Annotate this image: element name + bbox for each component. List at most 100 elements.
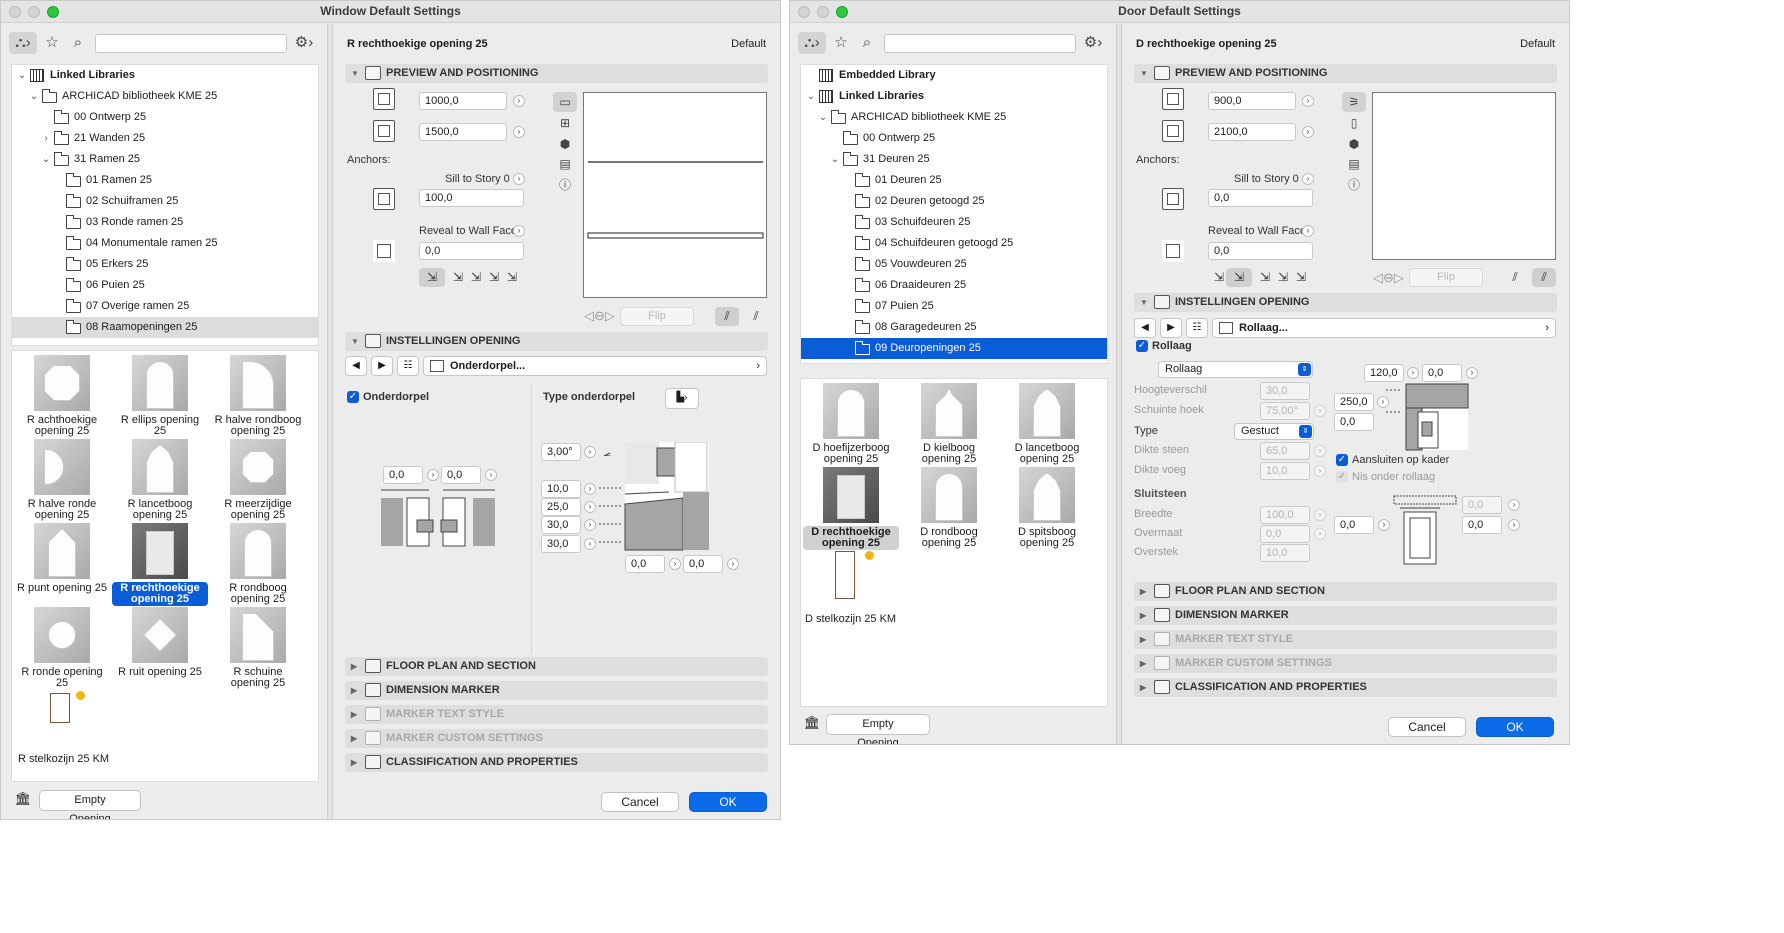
tree-row[interactable]: › 21 Wanden 25 [12, 128, 318, 149]
bottom-dim-1-arrow[interactable]: › [669, 558, 681, 570]
info-icon[interactable]: ⓘ [1342, 175, 1366, 195]
width-arrow-button[interactable]: › [513, 95, 525, 107]
tree-row[interactable]: 02 Deuren getoogd 25 [801, 191, 1107, 212]
chevron-right-icon[interactable]: › [40, 128, 52, 149]
anchor-option-2-icon[interactable]: ⇲ [1226, 268, 1252, 287]
sill-arrow-button[interactable]: › [513, 173, 525, 185]
library-object-item[interactable]: R halve ronde opening 25 [14, 439, 110, 522]
page-selector-popup[interactable]: Rollaag... › [1212, 318, 1556, 338]
overmaat-input[interactable]: 0,0 [1260, 525, 1310, 543]
collapsed-section[interactable]: ▶ MARKER CUSTOM SETTINGS [345, 729, 768, 748]
previous-page-button[interactable]: ◀ [345, 356, 367, 376]
collapsed-section[interactable]: ▶ DIMENSION MARKER [345, 681, 768, 700]
tree-row[interactable]: 07 Overige ramen 25 [12, 296, 318, 317]
rollaag-dim-3-input[interactable]: 250,0 [1334, 393, 1374, 411]
elevation-view-icon[interactable]: ▯ [1342, 113, 1366, 133]
sill-dim-1-input[interactable]: 10,0 [541, 480, 581, 498]
tree-row[interactable]: 04 Monumentale ramen 25 [12, 233, 318, 254]
library-object-item[interactable]: D kielboog opening 25 [901, 383, 997, 466]
library-object-item[interactable]: R schuine opening 25 [210, 607, 306, 690]
height-arrow-button[interactable]: › [1302, 126, 1314, 138]
flip-button[interactable]: Flip [1409, 268, 1483, 287]
anchor-option-1-icon[interactable]: ⇲ [419, 268, 445, 287]
collapsed-section[interactable]: ▶ DIMENSION MARKER [1134, 606, 1557, 625]
section-instellingen-opening[interactable]: ▼ INSTELLINGEN OPENING [1134, 293, 1557, 312]
sluitsteen-dim-3-arrow[interactable]: › [1508, 519, 1520, 531]
previous-page-button[interactable]: ◀ [1134, 318, 1156, 338]
sluitsteen-dim-2-input[interactable]: 0,0 [1334, 516, 1374, 534]
sill-arrow-button[interactable]: › [1302, 173, 1314, 185]
collapsed-section[interactable]: ▶ CLASSIFICATION AND PROPERTIES [345, 753, 768, 772]
collapsed-section[interactable]: ▶ MARKER CUSTOM SETTINGS [1134, 654, 1557, 673]
close-icon[interactable] [798, 6, 810, 18]
tree-row[interactable]: 04 Schuifdeuren getoogd 25 [801, 233, 1107, 254]
dikte-voeg-input[interactable]: 10,0 [1260, 462, 1310, 480]
section-preview-and-positioning[interactable]: ▼ PREVIEW AND POSITIONING [1134, 64, 1557, 83]
library-object-item[interactable]: R ruit opening 25 [112, 607, 208, 679]
3d-view-icon[interactable]: ⬢ [553, 134, 577, 154]
rollaag-type-select[interactable]: Rollaag ⇕ [1158, 361, 1313, 378]
left-dim-a-input[interactable]: 0,0 [383, 466, 423, 484]
left-dim-a-arrow[interactable]: › [427, 469, 439, 481]
tree-row[interactable]: Embedded Library [801, 65, 1107, 86]
schuinte-hoek-arrow[interactable]: › [1314, 405, 1326, 417]
library-object-item[interactable]: R rondboog opening 25 [210, 523, 306, 606]
stelkozijn-label[interactable]: D stelkozijn 25 KM [805, 613, 896, 625]
library-object-item[interactable]: D hoefijzerboog opening 25 [803, 383, 899, 466]
zoom-icon[interactable] [47, 6, 59, 18]
tree-row[interactable]: 06 Puien 25 [12, 275, 318, 296]
sill-anchor-icon[interactable] [373, 188, 395, 210]
sill-dim-4-arrow[interactable]: › [584, 538, 596, 550]
library-search-input[interactable] [884, 34, 1076, 53]
folder-view-icon[interactable]: ⛬› [9, 32, 37, 54]
favorites-star-icon[interactable]: ☆ [827, 32, 855, 54]
mirror-right-icon[interactable]: ⫽ [745, 307, 767, 326]
library-object-item[interactable]: D rondboog opening 25 [901, 467, 997, 550]
rollaag-dim-1-arrow[interactable]: › [1407, 367, 1419, 379]
empty-opening-button[interactable]: Empty Opening [39, 790, 141, 819]
next-page-button[interactable]: ▶ [1160, 318, 1182, 338]
favorites-star-icon[interactable]: ☆ [38, 32, 66, 54]
empty-opening-icon[interactable]: 🏛 [13, 790, 33, 808]
tree-row[interactable]: 08 Raamopeningen 25 [12, 317, 318, 338]
library-object-item[interactable]: R lancetboog opening 25 [112, 439, 208, 522]
dikte-steen-arrow[interactable]: › [1314, 445, 1326, 457]
sill-dim-2-input[interactable]: 25,0 [541, 498, 581, 516]
reveal-arrow-button[interactable]: › [1302, 225, 1314, 237]
overstek-input[interactable]: 10,0 [1260, 544, 1310, 562]
breedte-input[interactable]: 100,0 [1260, 506, 1310, 524]
collapsed-section[interactable]: ▶ MARKER TEXT STYLE [1134, 630, 1557, 649]
hoogteverschil-input[interactable]: 30,0 [1260, 382, 1310, 400]
tree-row[interactable]: 05 Vouwdeuren 25 [801, 254, 1107, 275]
dikte-voeg-arrow[interactable]: › [1314, 465, 1326, 477]
sill-anchor-icon[interactable] [1162, 188, 1184, 210]
page-selector-popup[interactable]: Onderdorpel... › [423, 356, 767, 376]
library-object-item[interactable]: R achthoekige opening 25 [14, 355, 110, 438]
library-object-item[interactable]: R halve rondboog opening 25 [210, 355, 306, 438]
chevron-down-icon[interactable]: ⌄ [829, 149, 841, 170]
height-input[interactable]: 1500,0 [419, 123, 507, 141]
settings-gear-icon[interactable]: ⚙› [290, 32, 318, 54]
sill-dim-3-input[interactable]: 30,0 [541, 516, 581, 534]
section-instellingen-opening[interactable]: ▼ INSTELLINGEN OPENING [345, 332, 768, 351]
sluitsteen-dim-1-arrow[interactable]: › [1508, 499, 1520, 511]
library-search-input[interactable] [95, 34, 287, 53]
library-object-item[interactable]: D rechthoekige opening 25 [803, 467, 899, 550]
sill-dim-1-arrow[interactable]: › [584, 483, 596, 495]
library-object-item[interactable]: R meerzijdige opening 25 [210, 439, 306, 522]
collapsed-section[interactable]: ▶ CLASSIFICATION AND PROPERTIES [1134, 678, 1557, 697]
tree-row[interactable]: 01 Ramen 25 [12, 170, 318, 191]
tree-row[interactable]: ⌄ Linked Libraries [12, 65, 318, 86]
rollaag-dim-1-input[interactable]: 120,0 [1364, 364, 1404, 382]
tree-row[interactable]: 00 Ontwerp 25 [801, 128, 1107, 149]
collapsed-section[interactable]: ▶ MARKER TEXT STYLE [345, 705, 768, 724]
rollaag-checkbox[interactable]: ✓ [1136, 340, 1148, 352]
tree-row[interactable]: ⌄ 31 Ramen 25 [12, 149, 318, 170]
width-arrow-button[interactable]: › [1302, 95, 1314, 107]
section-view-icon[interactable]: ▤ [1342, 154, 1366, 174]
chevron-down-icon[interactable]: ⌄ [16, 65, 28, 86]
empty-opening-button[interactable]: Empty Opening [826, 714, 930, 744]
bottom-dim-2-arrow[interactable]: › [727, 558, 739, 570]
tree-row[interactable]: ⌄ ARCHICAD bibliotheek KME 25 [801, 107, 1107, 128]
plan-view-icon[interactable]: ▭ [553, 92, 577, 112]
